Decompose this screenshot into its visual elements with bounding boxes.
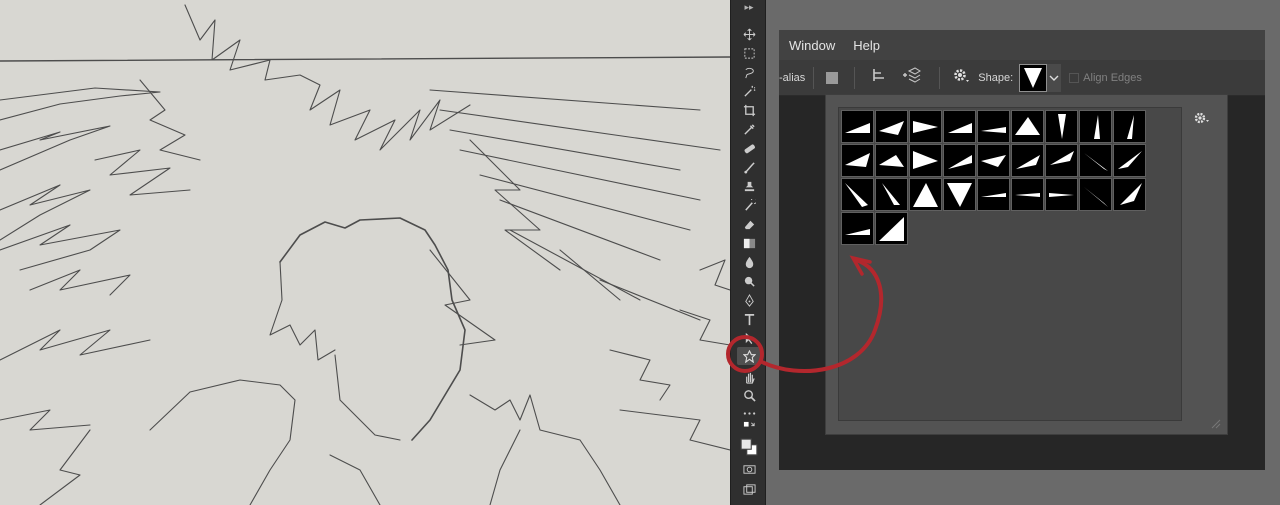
shape-swatch[interactable]: [1045, 110, 1078, 143]
shape-swatch[interactable]: [909, 178, 942, 211]
eraser-tool-icon[interactable]: [737, 215, 761, 233]
menu-window[interactable]: Window: [789, 38, 835, 53]
align-edges-label: Align Edges: [1083, 71, 1142, 84]
shape-swatch[interactable]: [943, 178, 976, 211]
type-tool-icon[interactable]: [737, 310, 761, 328]
shape-swatch[interactable]: [875, 110, 908, 143]
chevron-down-icon[interactable]: [1047, 63, 1062, 92]
clone-stamp-tool-icon[interactable]: [737, 177, 761, 195]
resize-handle-icon[interactable]: [1209, 416, 1221, 429]
menu-bar: Window Help: [779, 30, 1265, 60]
shape-swatch[interactable]: [1045, 178, 1078, 211]
shape-swatch[interactable]: [1045, 144, 1078, 177]
divider: [854, 66, 856, 89]
antialias-label[interactable]: -alias: [779, 72, 805, 84]
shape-swatch[interactable]: [841, 178, 874, 211]
align-edges-checkbox[interactable]: [1069, 72, 1080, 83]
shape-swatch[interactable]: [1079, 178, 1112, 211]
gradient-tool-icon[interactable]: [737, 234, 761, 252]
brush-tool-icon[interactable]: [737, 158, 761, 176]
shape-swatch[interactable]: [909, 110, 942, 143]
options-bar: -alias Shape: Align Edges: [779, 60, 1265, 96]
marquee-tool-icon[interactable]: [737, 44, 761, 62]
panel-collapse-grip[interactable]: ▸▸: [731, 0, 767, 16]
shape-swatch[interactable]: [977, 178, 1010, 211]
move-tool-icon[interactable]: [737, 25, 761, 43]
shape-list[interactable]: [838, 107, 1182, 421]
sketch-drawing: [0, 4, 730, 505]
shape-swatch[interactable]: [841, 110, 874, 143]
shape-swatch[interactable]: [977, 144, 1010, 177]
shape-swatch[interactable]: [943, 110, 976, 143]
document-canvas[interactable]: [0, 0, 730, 505]
dodge-tool-icon[interactable]: [737, 272, 761, 290]
shape-swatch[interactable]: [909, 144, 942, 177]
shape-swatch[interactable]: [1113, 110, 1146, 143]
shape-swatch[interactable]: [1079, 144, 1112, 177]
pen-tool-icon[interactable]: [737, 291, 761, 309]
shape-swatch[interactable]: [841, 144, 874, 177]
shape-swatch[interactable]: [943, 144, 976, 177]
foreground-background-color-icon[interactable]: [737, 436, 761, 458]
shape-swatch[interactable]: [977, 110, 1010, 143]
shape-swatch[interactable]: [1011, 110, 1044, 143]
shape-preview-button[interactable]: [1019, 63, 1048, 92]
shape-swatch[interactable]: [875, 144, 908, 177]
custom-shape-tool-icon[interactable]: [737, 347, 761, 365]
shape-swatch[interactable]: [875, 178, 908, 211]
picker-settings-icon[interactable]: [1193, 111, 1211, 128]
shape-swatch[interactable]: [1011, 178, 1044, 211]
quick-mask-icon[interactable]: [737, 460, 761, 478]
path-alignment-icon[interactable]: [871, 67, 887, 88]
swap-colors-icon[interactable]: [737, 418, 761, 436]
path-arrangement-icon[interactable]: [901, 67, 922, 88]
history-brush-tool-icon[interactable]: [737, 196, 761, 214]
crop-tool-icon[interactable]: [737, 101, 761, 119]
shape-swatch[interactable]: [1113, 144, 1146, 177]
shape-swatch[interactable]: [875, 212, 908, 245]
shape-label: Shape:: [978, 71, 1014, 84]
blur-tool-icon[interactable]: [737, 253, 761, 271]
eyedropper-tool-icon[interactable]: [737, 120, 761, 138]
custom-shape-picker: [825, 94, 1228, 435]
divider: [813, 66, 815, 89]
healing-brush-tool-icon[interactable]: [737, 139, 761, 157]
screenshot-root: ▸▸ Window Help -alias Shape: Align Edges: [0, 0, 1280, 505]
shape-swatch[interactable]: [1113, 178, 1146, 211]
shape-swatch[interactable]: [1079, 110, 1112, 143]
path-operations-icon[interactable]: [826, 71, 839, 84]
magic-wand-tool-icon[interactable]: [737, 82, 761, 100]
divider: [939, 66, 941, 89]
lasso-tool-icon[interactable]: [737, 63, 761, 81]
shape-swatch[interactable]: [841, 212, 874, 245]
gear-icon[interactable]: [952, 67, 970, 88]
tools-panel: ▸▸: [730, 0, 766, 505]
menu-help[interactable]: Help: [853, 38, 880, 53]
screen-mode-icon[interactable]: [737, 480, 761, 498]
hand-tool-icon[interactable]: [737, 368, 761, 386]
shape-swatch[interactable]: [1011, 144, 1044, 177]
zoom-tool-icon[interactable]: [737, 386, 761, 404]
path-selection-tool-icon[interactable]: [737, 329, 761, 347]
